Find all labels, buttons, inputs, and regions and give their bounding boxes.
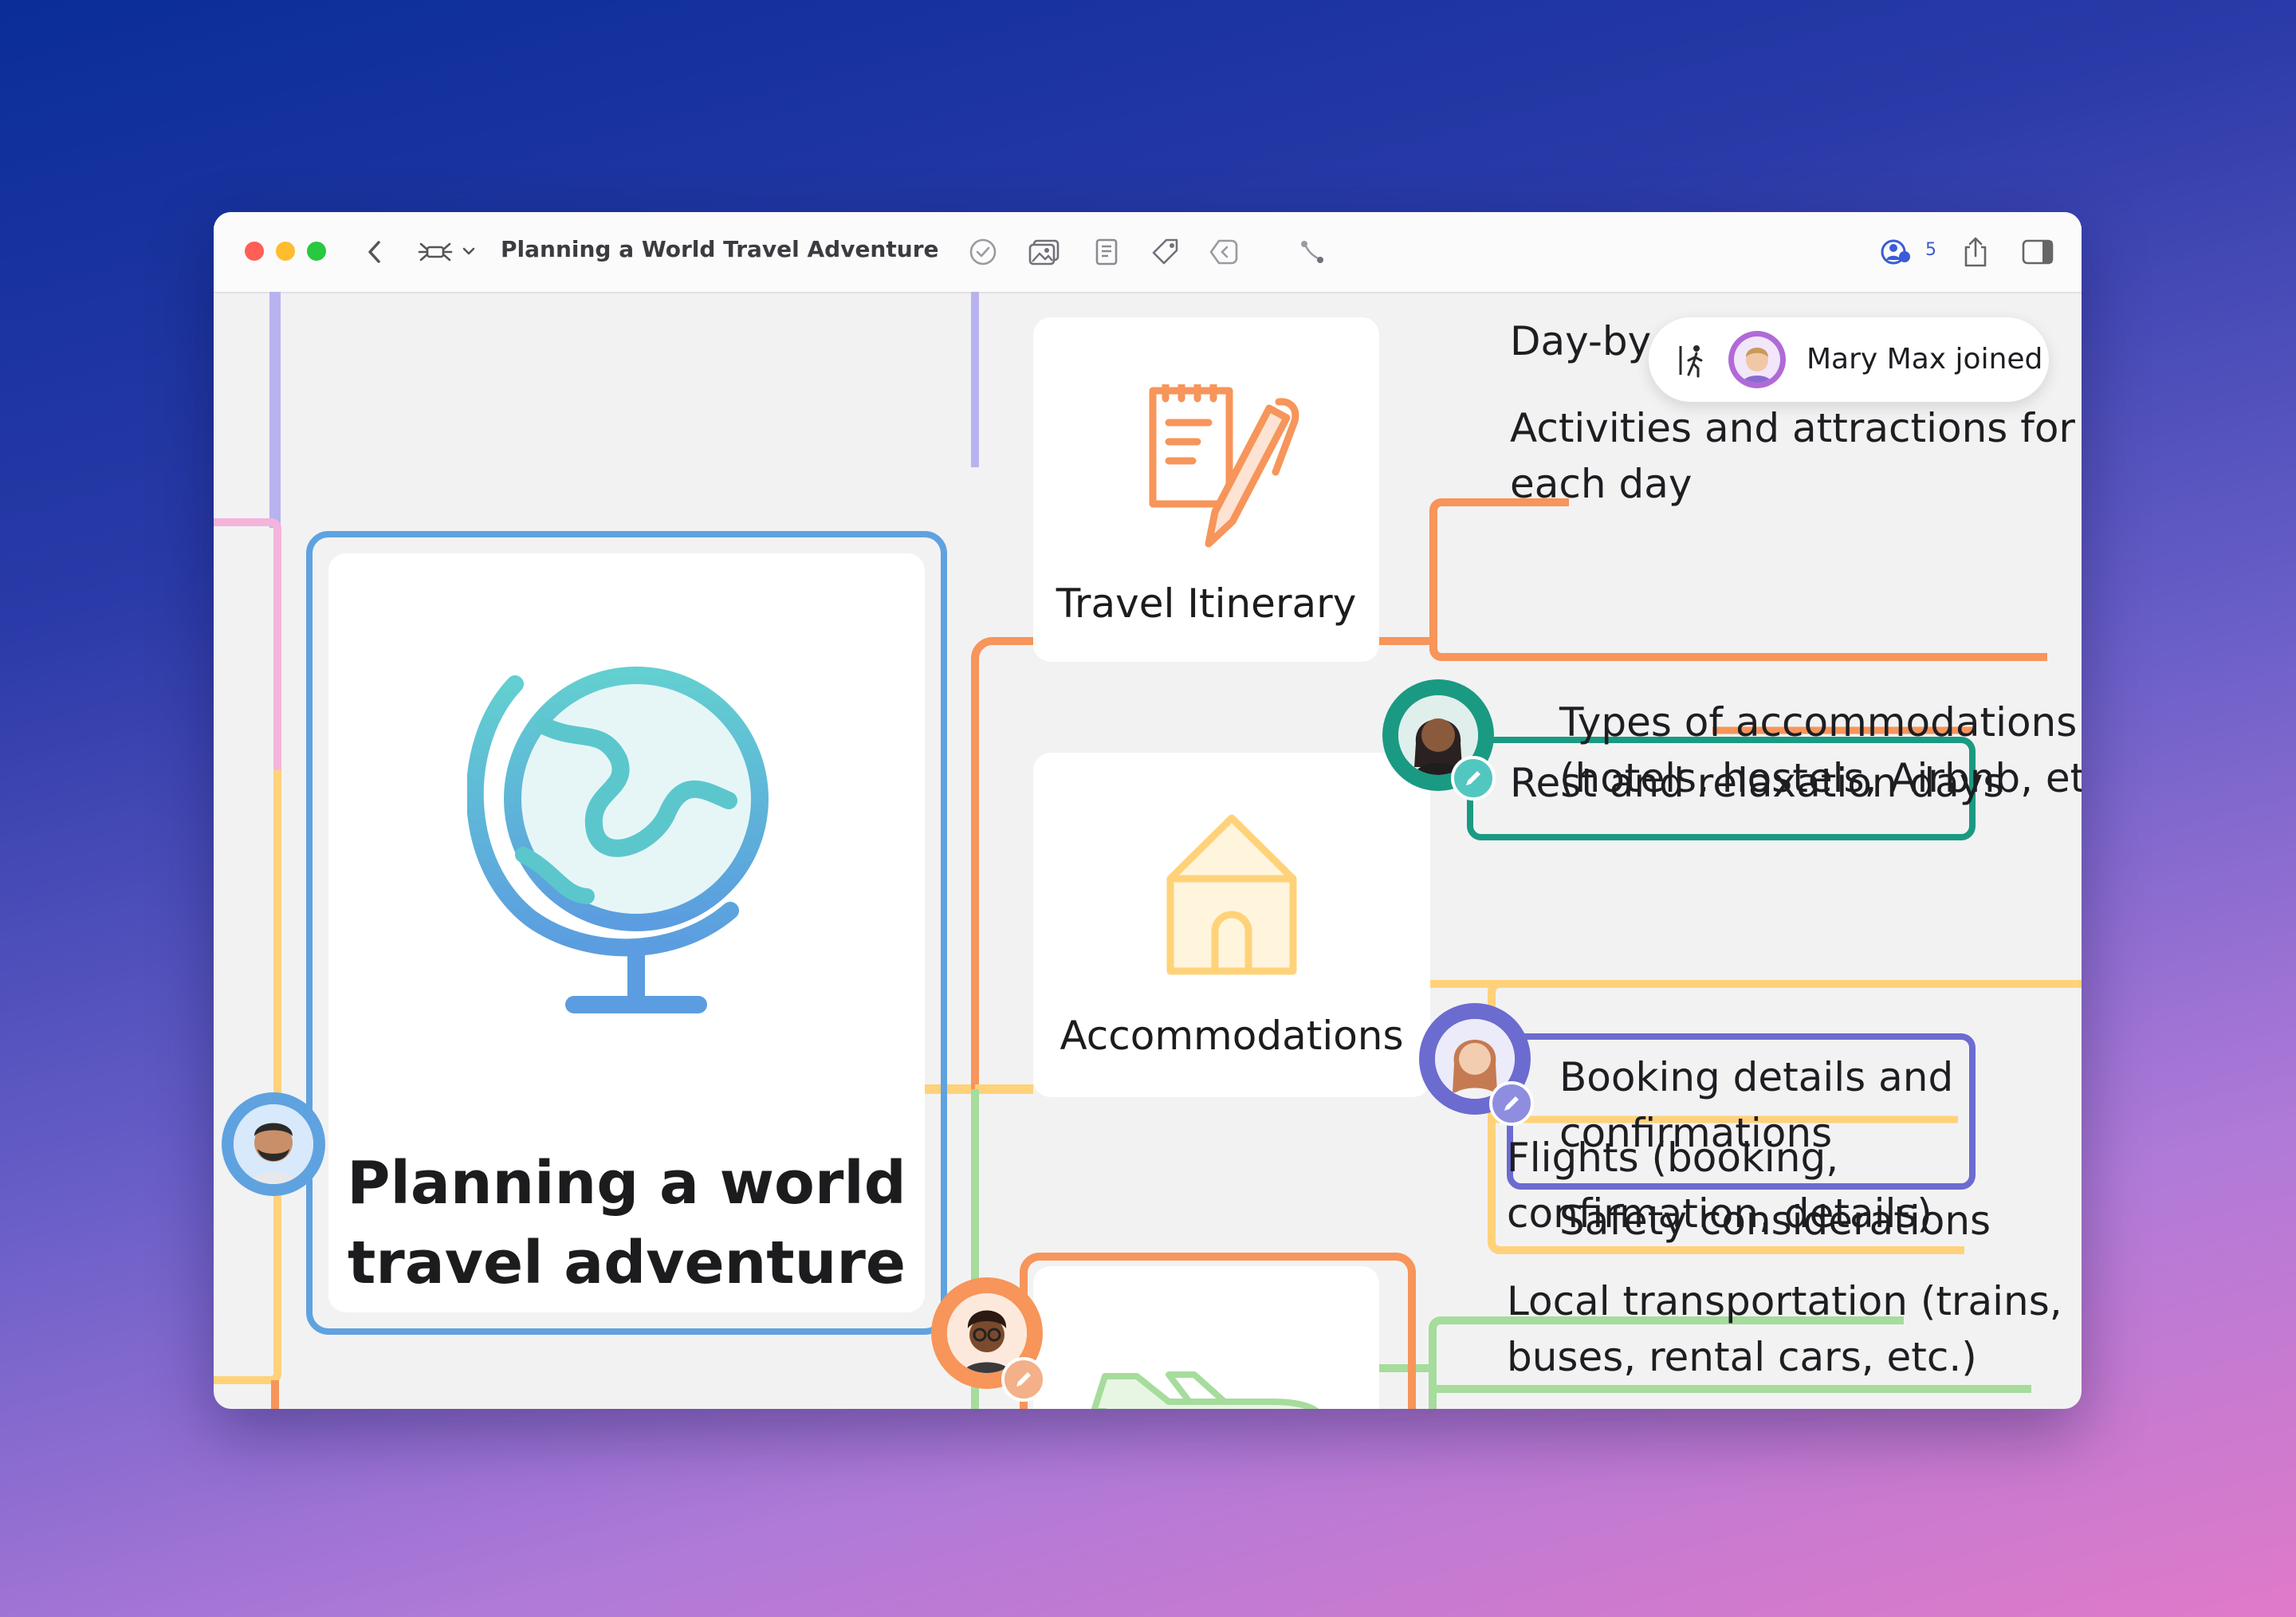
sidebar-icon[interactable] [2020,234,2055,270]
central-topic-title-line2: travel adventure [347,1229,906,1297]
mind-map-icon[interactable] [418,234,482,270]
share-icon[interactable] [1958,234,1993,270]
person-entering-icon [1679,345,1703,378]
subtopic-flights-line1: Flights (booking, [1507,1135,1839,1181]
zoom-window-button[interactable] [307,242,326,261]
checkmark-circle-icon[interactable] [965,234,1001,270]
link-icon[interactable] [1206,234,1241,270]
topic-label-travel-itinerary: Travel Itinerary [1056,580,1357,627]
subtopic-flights[interactable]: Flights (booking, confirmation, details) [1507,1130,1932,1241]
central-topic-card[interactable]: Planning a world travel adventure [328,553,925,1312]
image-icon[interactable] [1027,234,1062,270]
collaborator-joined-toast: Mary Max joined [1649,317,2049,402]
subtopic-booking-line1: Booking details and [1559,1054,1954,1100]
avatar-face [1734,336,1780,383]
relationship-icon[interactable] [1295,234,1330,270]
subtopic-local-line1: Local transportation (trains, [1507,1278,2062,1324]
close-window-button[interactable] [245,242,264,261]
subtopic-activities[interactable]: Activities and attractions for each day [1510,400,2075,512]
airplane-icon [1091,1371,1319,1409]
subtopic-local-transportation[interactable]: Local transportation (trains, buses, ren… [1507,1273,2062,1385]
collaboration-icon[interactable] [1878,234,1913,270]
topic-card-transportation[interactable] [1033,1266,1379,1409]
edit-pencil-icon [1489,1081,1534,1126]
avatar [1728,331,1786,388]
central-topic-title: Planning a world travel adventure [328,1143,925,1303]
topic-card-travel-itinerary[interactable]: Travel Itinerary [1033,317,1379,662]
subtopic-flights-line2: confirmation, details) [1507,1190,1932,1237]
collaborator-avatar-blue[interactable] [222,1092,325,1196]
app-window: Planning a World Travel Adventure 5 Plan… [214,212,2082,1409]
tag-icon[interactable] [1148,234,1183,270]
subtopic-types-line2: (hotels, hostels, Airbnb, etc.) [1559,755,2082,801]
title-bar: Planning a World Travel Adventure 5 [214,212,2082,293]
note-icon[interactable] [1089,234,1124,270]
subtopic-activities-line1: Activities and attractions for [1510,405,2075,451]
edit-pencil-icon [1001,1357,1046,1402]
notepad-pen-icon [1149,384,1299,548]
house-icon [1166,814,1297,975]
subtopic-activities-line2: each day [1510,461,1693,507]
document-title: Planning a World Travel Adventure [501,236,939,262]
chevron-left-icon[interactable] [357,234,392,270]
mind-map-canvas[interactable]: Planning a world travel adventure Travel… [214,292,2082,1409]
subtopic-day-by-day[interactable]: Day-by- [1510,313,1665,369]
central-topic-title-line1: Planning a world [347,1149,906,1218]
globe-icon [467,667,769,1013]
collaborator-count: 5 [1925,240,1936,260]
toast-message: Mary Max joined [1807,343,2043,376]
topic-card-accommodations[interactable]: Accommodations [1033,753,1430,1097]
subtopic-types-of-accommodations[interactable]: Types of accommodations (hotels, hostels… [1559,694,2082,806]
edit-pencil-icon [1451,756,1496,801]
minimize-window-button[interactable] [276,242,295,261]
avatar [234,1104,313,1184]
subtopic-local-line2: buses, rental cars, etc.) [1507,1334,1977,1380]
subtopic-types-line1: Types of accommodations [1559,699,2078,746]
desktop-background: { "window": { "title": "Planning a World… [0,0,2296,1617]
topic-label-accommodations: Accommodations [1060,1013,1404,1059]
